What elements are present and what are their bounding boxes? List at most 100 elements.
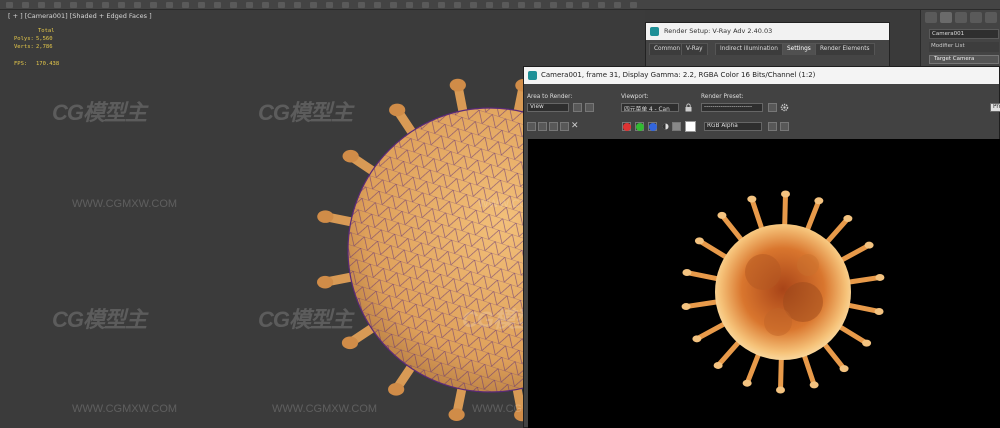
toolbar-button[interactable] (118, 2, 125, 8)
spike-cap (694, 237, 704, 245)
toolbar-button[interactable] (390, 2, 397, 8)
hierarchy-tab-icon[interactable] (955, 12, 967, 23)
render-setup-icon[interactable] (768, 103, 777, 112)
alpha-channel-toggle[interactable] (661, 122, 670, 131)
toolbar-button[interactable] (38, 2, 45, 8)
toolbar-button[interactable] (502, 2, 509, 8)
tab-indirect-illumination[interactable]: Indirect illumination (715, 43, 783, 55)
toolbar-button[interactable] (454, 2, 461, 8)
toolbar-button[interactable] (438, 2, 445, 8)
toolbar-button[interactable] (534, 2, 541, 8)
toolbar-button[interactable] (598, 2, 605, 8)
spike-stalk (683, 299, 723, 310)
modify-tab-icon[interactable] (940, 12, 952, 23)
tab-render-elements[interactable]: Render Elements (815, 43, 875, 55)
spike-cap (776, 386, 786, 394)
viewport-label[interactable]: [ + ] [Camera001] [Shaded + Edged Faces … (8, 12, 152, 20)
toolbar-button[interactable] (582, 2, 589, 8)
toolbar-button[interactable] (182, 2, 189, 8)
area-to-render-dropdown[interactable]: View (527, 103, 569, 112)
spike-stalk (835, 322, 870, 346)
toolbar-button[interactable] (54, 2, 61, 8)
edit-region-button[interactable] (573, 103, 582, 112)
toolbar-button[interactable] (358, 2, 365, 8)
stats-fps-label: FPS: (14, 61, 28, 67)
toolbar-button[interactable] (70, 2, 77, 8)
create-tab-icon[interactable] (925, 12, 937, 23)
toolbar-button[interactable] (326, 2, 333, 8)
spike-cap (682, 269, 692, 277)
viewport-dropdown[interactable]: 四元菜单 4 - Can (621, 103, 679, 112)
spike-cap (839, 365, 849, 373)
toolbar-button[interactable] (550, 2, 557, 8)
spike-cap (742, 379, 752, 387)
lock-icon[interactable] (684, 103, 693, 112)
toolbar-button[interactable] (6, 2, 13, 8)
toolbar-button[interactable] (198, 2, 205, 8)
spike-cap (317, 275, 334, 289)
toolbar-button[interactable] (22, 2, 29, 8)
toolbar-button[interactable] (262, 2, 269, 8)
frame-buffer-titlebar[interactable]: Camera001, frame 31, Display Gamma: 2.2,… (524, 67, 999, 84)
toolbar-button[interactable] (134, 2, 141, 8)
copy-image-icon[interactable] (560, 122, 569, 131)
toolbar-button[interactable] (518, 2, 525, 8)
blue-channel-toggle[interactable] (648, 122, 657, 131)
clear-icon[interactable]: ✕ (571, 122, 580, 131)
object-name-field[interactable]: Camera001 (929, 29, 999, 39)
toolbar-button[interactable] (230, 2, 237, 8)
gear-icon[interactable] (780, 103, 789, 112)
frame-buffer-window[interactable]: Camera001, frame 31, Display Gamma: 2.2,… (523, 66, 1000, 428)
toolbar-button[interactable] (150, 2, 157, 8)
display-tab-icon[interactable] (985, 12, 997, 23)
toolbar-button[interactable] (246, 2, 253, 8)
toggle-ui-icon[interactable] (780, 122, 789, 131)
render-canvas[interactable] (528, 139, 1000, 428)
toolbar-button[interactable] (342, 2, 349, 8)
toolbar-button[interactable] (294, 2, 301, 8)
save-image-icon[interactable] (527, 122, 536, 131)
toolbar-button[interactable] (278, 2, 285, 8)
tab-vray[interactable]: V-Ray (681, 43, 708, 55)
motion-tab-icon[interactable] (970, 12, 982, 23)
render-setup-window[interactable]: Render Setup: V-Ray Adv 2.40.03 Common V… (645, 22, 890, 72)
toolbar-button[interactable] (166, 2, 173, 8)
toolbar-button[interactable] (566, 2, 573, 8)
toolbar-button[interactable] (630, 2, 637, 8)
auto-region-button[interactable] (585, 103, 594, 112)
toolbar-button[interactable] (102, 2, 109, 8)
toolbar-button[interactable] (470, 2, 477, 8)
toolbar-button[interactable] (406, 2, 413, 8)
clone-frame-icon[interactable] (538, 122, 547, 131)
viewport-label: Viewport: (621, 94, 649, 100)
spike-stalk (778, 353, 784, 393)
toolbar-button[interactable] (86, 2, 93, 8)
toolbar-button[interactable] (614, 2, 621, 8)
spike-cap (317, 210, 334, 223)
render-preset-dropdown[interactable]: ----------------------- (701, 103, 763, 112)
app-icon (528, 71, 537, 80)
toolbar-button[interactable] (214, 2, 221, 8)
toolbar-button[interactable] (374, 2, 381, 8)
modifier-stack-item[interactable]: Target Camera (929, 55, 999, 64)
spike-stalk (803, 198, 822, 235)
channel-dropdown[interactable]: RGB Alpha (704, 122, 762, 131)
red-channel-toggle[interactable] (622, 122, 631, 131)
spike-stalk (820, 339, 847, 372)
spike-stalk (694, 320, 730, 342)
tab-common[interactable]: Common (649, 43, 686, 55)
spike-cap (747, 195, 757, 203)
render-button[interactable]: Prod (990, 103, 1000, 112)
render-setup-titlebar[interactable]: Render Setup: V-Ray Adv 2.40.03 (646, 23, 889, 40)
monochrome-toggle[interactable] (672, 122, 681, 131)
tab-settings[interactable]: Settings (782, 43, 816, 55)
toolbar-button[interactable] (310, 2, 317, 8)
print-image-icon[interactable] (549, 122, 558, 131)
display-channel-icon[interactable] (768, 122, 777, 131)
spike-cap (342, 149, 359, 163)
color-swatch[interactable] (685, 121, 696, 132)
green-channel-toggle[interactable] (635, 122, 644, 131)
toolbar-button[interactable] (422, 2, 429, 8)
toolbar-button[interactable] (486, 2, 493, 8)
modifier-list-dropdown[interactable]: Modifier List (929, 42, 999, 52)
